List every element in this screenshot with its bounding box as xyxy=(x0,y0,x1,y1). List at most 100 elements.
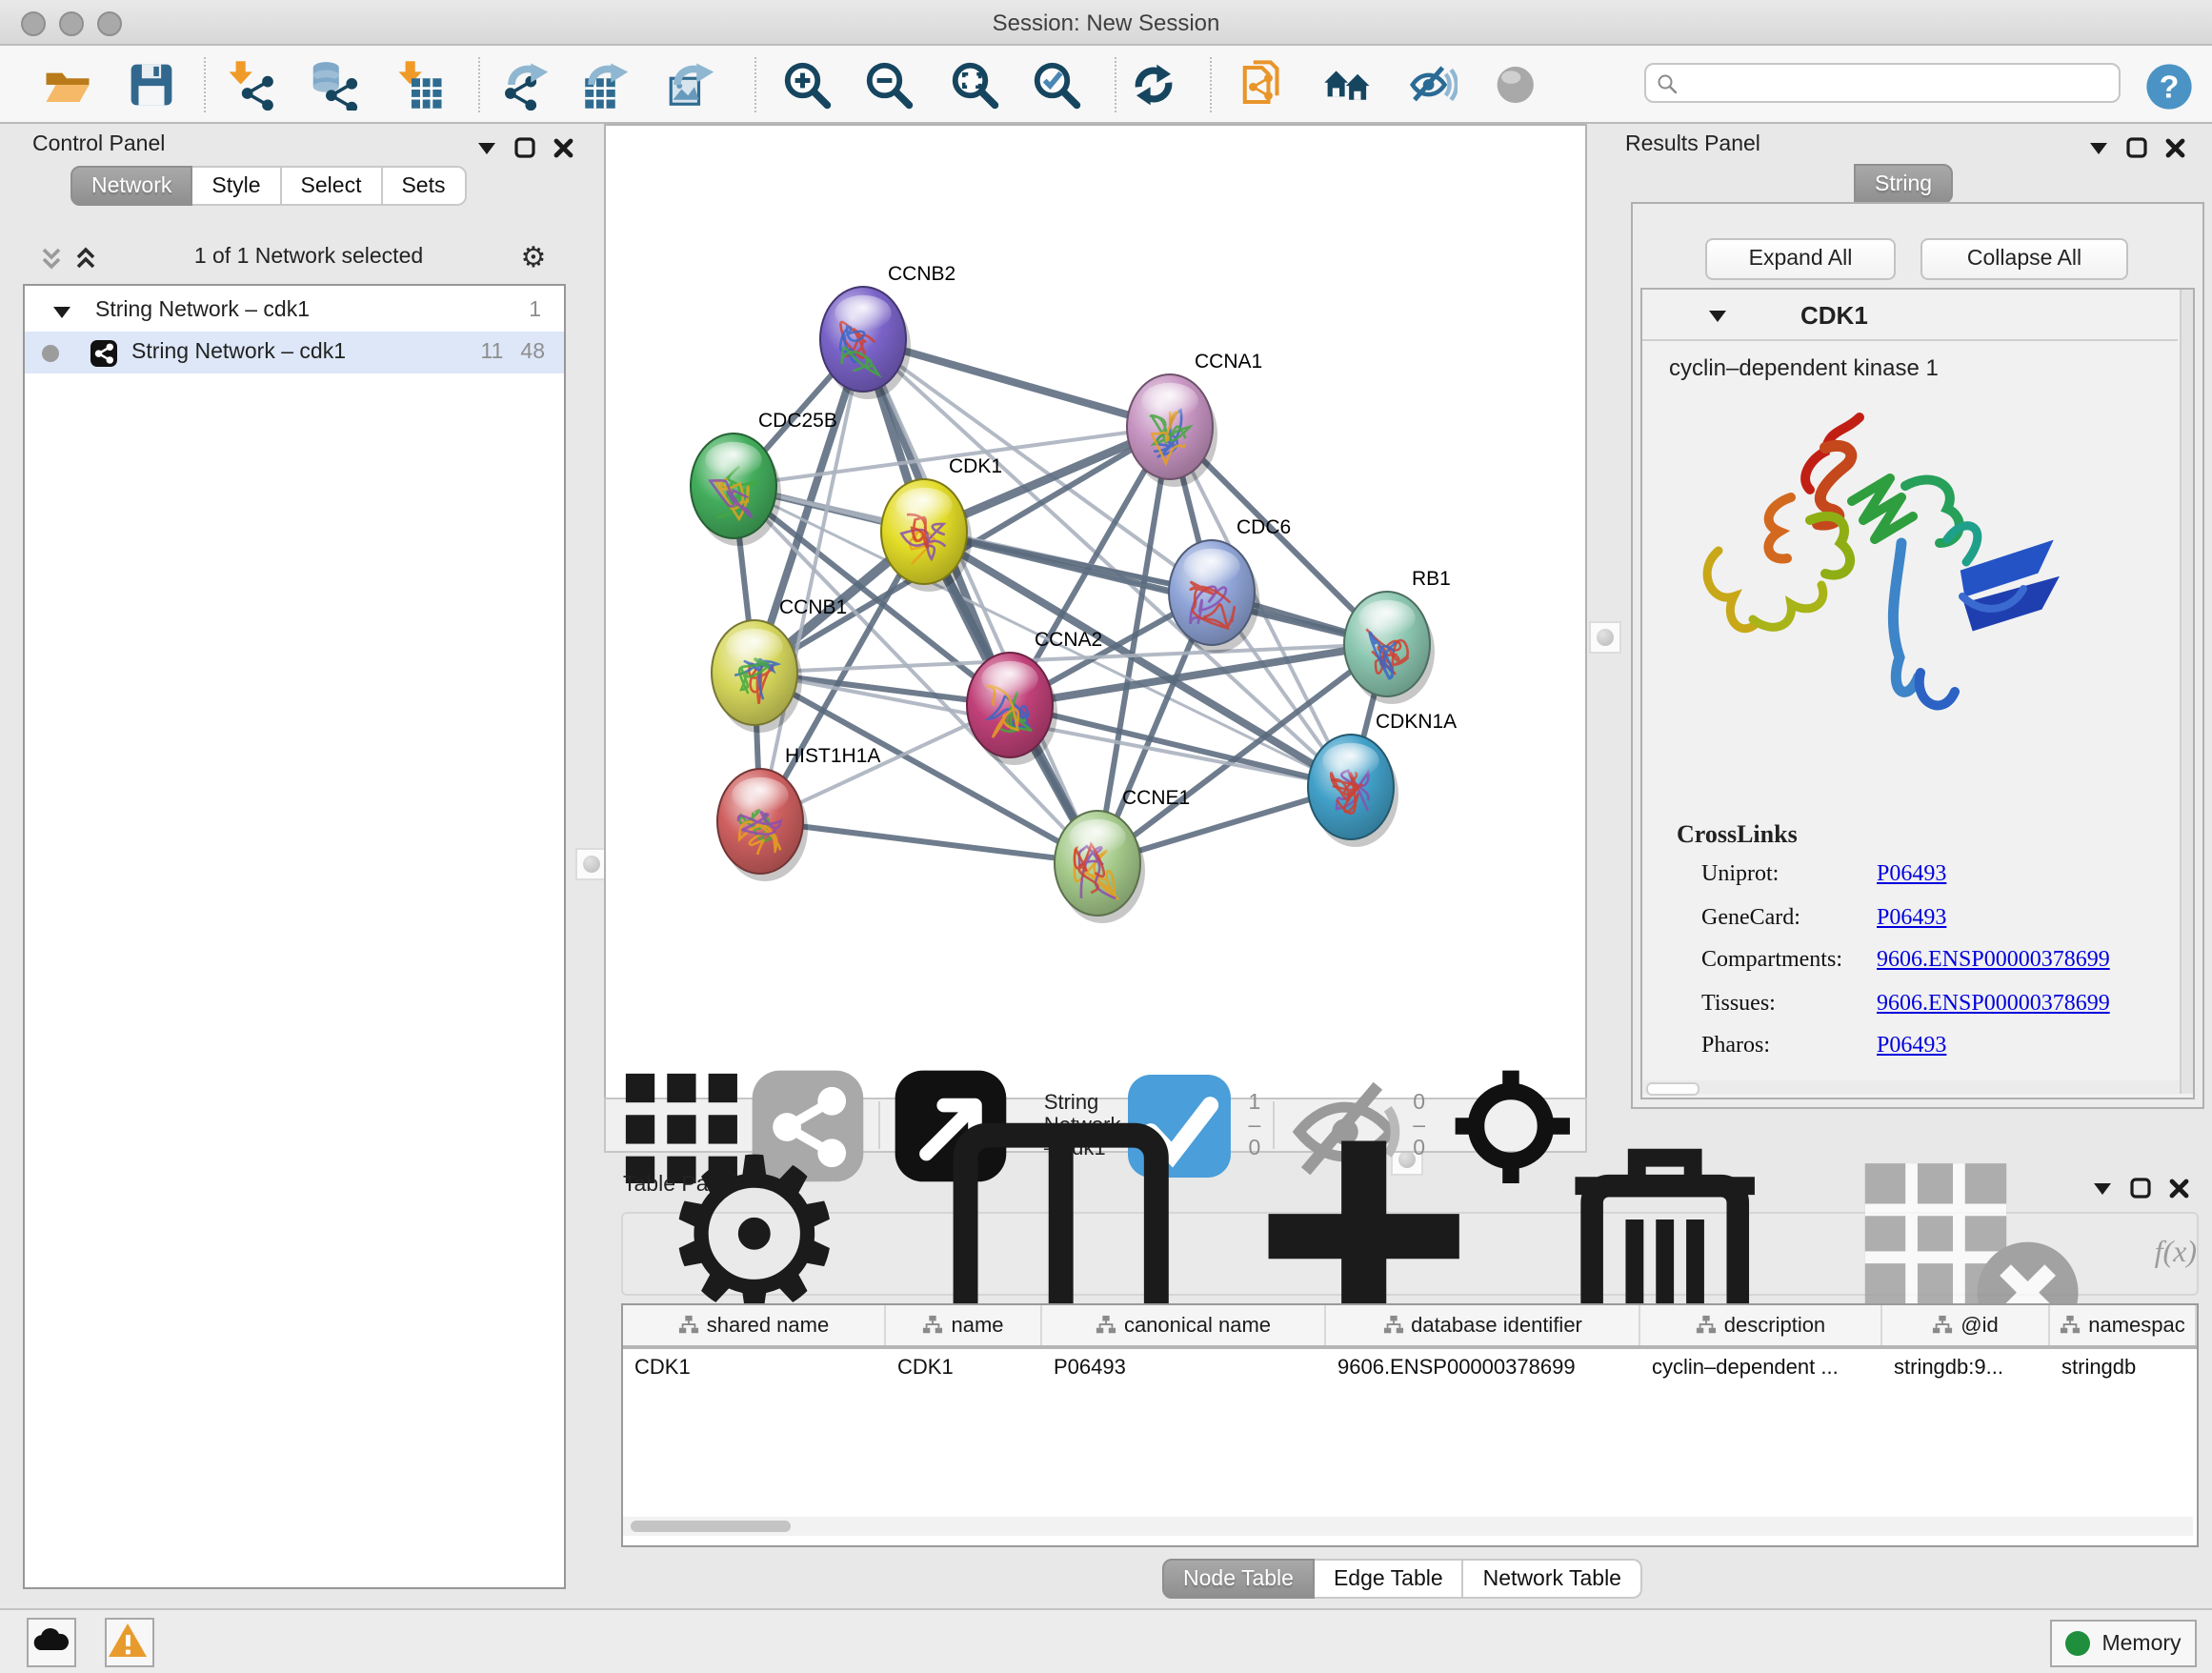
export-image-icon[interactable] xyxy=(669,59,720,111)
left-splitter-handle[interactable] xyxy=(575,848,608,880)
crosslink-link[interactable]: P06493 xyxy=(1877,1031,1946,1059)
import-network-icon[interactable] xyxy=(225,59,276,111)
collapse-all-button[interactable]: Collapse All xyxy=(1920,238,2128,280)
tab-network[interactable]: Network xyxy=(70,166,192,206)
table-scrollbar-thumb[interactable] xyxy=(631,1521,791,1532)
gene-header-row[interactable]: CDK1 xyxy=(1642,290,2178,341)
refresh-icon[interactable] xyxy=(1128,59,1179,111)
table-cell[interactable]: CDK1 xyxy=(886,1349,1042,1389)
zoom-in-icon[interactable] xyxy=(781,59,833,111)
export-network-icon[interactable] xyxy=(503,59,554,111)
gene-expander-icon[interactable] xyxy=(1707,304,1728,325)
expand-all-button[interactable]: Expand All xyxy=(1705,238,1896,280)
column-header-database-identifier[interactable]: database identifier xyxy=(1326,1305,1640,1345)
toolbar-separator xyxy=(754,57,756,112)
results-horizontal-scrollbar[interactable] xyxy=(1642,1080,2180,1094)
open-in-string-icon[interactable] xyxy=(1238,59,1290,111)
network-canvas[interactable]: CCNB2CCNA1CDC25BCDK1CDC6RB1CCNB1CCNA2HIS… xyxy=(604,124,1587,1099)
crosslink-label: GeneCard: xyxy=(1701,902,1877,931)
eye-icon[interactable] xyxy=(1492,59,1543,111)
network-graph[interactable]: CCNB2CCNA1CDC25BCDK1CDC6RB1CCNB1CCNA2HIS… xyxy=(606,126,1585,1098)
memory-button[interactable]: Memory xyxy=(2050,1620,2197,1667)
svg-text:RB1: RB1 xyxy=(1412,568,1451,590)
svg-text:HIST1H1A: HIST1H1A xyxy=(785,745,880,767)
crosslink-row: GeneCard:P06493 xyxy=(1701,902,2178,931)
crosslink-link[interactable]: P06493 xyxy=(1877,859,1946,888)
enhanced-labels-icon[interactable] xyxy=(1406,59,1458,111)
title-bar: Session: New Session xyxy=(0,0,2212,46)
network-edge-count: 48 xyxy=(520,341,545,364)
close-panel-icon[interactable] xyxy=(553,137,573,158)
network-node-CDKN1A: CDKN1A xyxy=(1308,711,1457,847)
expand-all-networks-icon[interactable] xyxy=(74,245,99,270)
collection-expander-icon[interactable] xyxy=(51,300,72,321)
collection-count: 1 xyxy=(529,299,541,322)
network-options-gear-icon[interactable]: ⚙ xyxy=(518,242,549,272)
tab-edge-table[interactable]: Edge Table xyxy=(1315,1559,1464,1599)
node-table[interactable]: shared name name canonical name database… xyxy=(621,1303,2199,1547)
export-table-icon[interactable] xyxy=(583,59,634,111)
table-cell[interactable]: P06493 xyxy=(1042,1349,1326,1389)
float-panel-icon[interactable] xyxy=(2130,1178,2151,1199)
network-row-selected[interactable]: String Network – cdk1 11 48 xyxy=(25,332,564,373)
memory-status-dot xyxy=(2065,1631,2090,1656)
zoom-out-icon[interactable] xyxy=(863,59,915,111)
float-panel-icon[interactable] xyxy=(514,137,535,158)
table-cell[interactable]: stringdb:9... xyxy=(1882,1349,2050,1389)
right-splitter-handle[interactable] xyxy=(1589,621,1621,654)
search-input[interactable] xyxy=(1686,70,2109,96)
table-cell[interactable]: cyclin–dependent ... xyxy=(1640,1349,1882,1389)
cloud-status-button[interactable] xyxy=(27,1618,76,1667)
svg-text:CCNA1: CCNA1 xyxy=(1195,351,1262,373)
string-home-icon[interactable] xyxy=(1322,59,1374,111)
save-session-icon[interactable] xyxy=(126,59,177,111)
open-session-icon[interactable] xyxy=(42,59,93,111)
close-panel-icon[interactable] xyxy=(2164,137,2185,158)
table-cell[interactable]: CDK1 xyxy=(623,1349,886,1389)
results-vertical-scrollbar[interactable] xyxy=(2180,290,2193,1094)
column-header-canonical-name[interactable]: canonical name xyxy=(1042,1305,1326,1345)
results-scrollbar-thumb[interactable] xyxy=(1646,1082,1699,1096)
search-box[interactable] xyxy=(1644,63,2121,103)
table-horizontal-scrollbar[interactable] xyxy=(623,1517,2193,1536)
tab-sets[interactable]: Sets xyxy=(382,166,466,206)
column-header--id[interactable]: @id xyxy=(1882,1305,2050,1345)
crosslink-link[interactable]: 9606.ENSP00000378699 xyxy=(1877,945,2110,974)
network-tree: String Network – cdk1 1 String Network –… xyxy=(23,284,566,1589)
tab-select[interactable]: Select xyxy=(282,166,383,206)
svg-text:CCNB1: CCNB1 xyxy=(779,596,847,618)
network-collection-row[interactable]: String Network – cdk1 1 xyxy=(25,290,564,332)
svg-text:⚙: ⚙ xyxy=(521,242,547,272)
warnings-button[interactable] xyxy=(105,1618,154,1667)
tab-network-table[interactable]: Network Table xyxy=(1464,1559,1642,1599)
crosslink-link[interactable]: 9606.ENSP00000378699 xyxy=(1877,988,2110,1017)
column-header-shared-name[interactable]: shared name xyxy=(623,1305,886,1345)
column-header-namespac[interactable]: namespac xyxy=(2050,1305,2197,1345)
help-icon[interactable]: ? xyxy=(2143,61,2195,112)
close-panel-icon[interactable] xyxy=(2168,1178,2189,1199)
zoom-selected-icon[interactable] xyxy=(1031,59,1082,111)
table-cell[interactable]: 9606.ENSP00000378699 xyxy=(1326,1349,1640,1389)
control-panel: Control Panel NetworkStyleSelectSets 1 o… xyxy=(10,122,570,1589)
tab-node-table[interactable]: Node Table xyxy=(1162,1559,1315,1599)
zoom-fit-icon[interactable] xyxy=(949,59,1000,111)
crosslink-link[interactable]: P06493 xyxy=(1877,902,1946,931)
collapse-panel-icon[interactable] xyxy=(2088,137,2109,158)
svg-text:CDC6: CDC6 xyxy=(1237,516,1291,538)
tab-style[interactable]: Style xyxy=(192,166,281,206)
import-network-database-icon[interactable] xyxy=(307,59,358,111)
network-node-CCNB2: CCNB2 xyxy=(820,263,955,399)
table-row[interactable]: CDK1CDK1P064939606.ENSP00000378699cyclin… xyxy=(623,1349,2197,1389)
column-header-name[interactable]: name xyxy=(886,1305,1042,1345)
collapse-panel-icon[interactable] xyxy=(476,137,497,158)
crosslink-label: Compartments: xyxy=(1701,945,1877,974)
float-panel-icon[interactable] xyxy=(2126,137,2147,158)
table-cell[interactable]: stringdb xyxy=(2050,1349,2197,1389)
collapse-all-networks-icon[interactable] xyxy=(40,245,65,270)
column-header-description[interactable]: description xyxy=(1640,1305,1882,1345)
memory-label: Memory xyxy=(2101,1632,2181,1655)
crosslink-label: Uniprot: xyxy=(1701,859,1877,888)
tab-string[interactable]: String xyxy=(1854,164,1953,204)
import-table-icon[interactable] xyxy=(394,59,446,111)
window-title: Session: New Session xyxy=(0,10,2212,36)
